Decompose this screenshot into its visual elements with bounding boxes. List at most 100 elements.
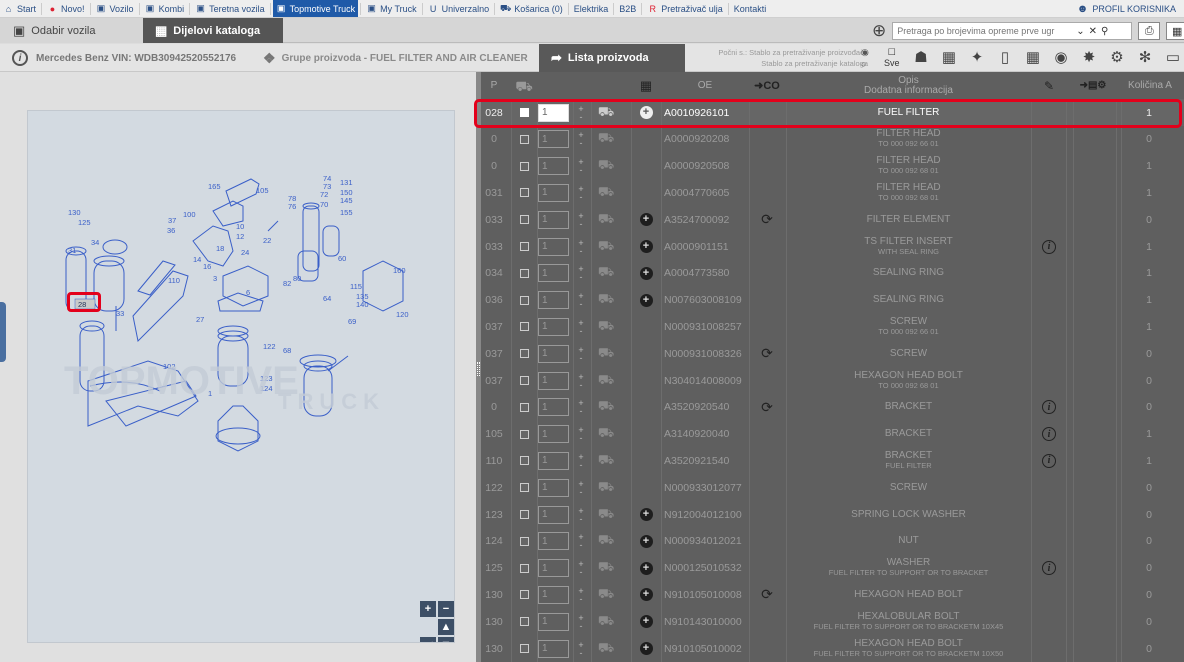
position-number[interactable]: 037 (481, 340, 507, 367)
table-row[interactable]: 130 1 + - ⛟ + N910143010000 HEXALOBULAR BOLT FUE… (481, 608, 1184, 636)
quantity-input[interactable]: 1 (538, 478, 569, 497)
quantity-decrease[interactable]: - (580, 112, 583, 121)
quantity-decrease[interactable]: - (580, 139, 583, 148)
diagram-label[interactable]: 110 (168, 276, 180, 285)
add-to-cart-icon[interactable]: ⛟ (598, 130, 614, 148)
nav-item-12[interactable]: Kontakti (731, 0, 770, 17)
nav-item-4[interactable]: ▣ Teretna vozila (192, 0, 268, 17)
oe-number[interactable]: N007603008109 (664, 287, 746, 314)
fan-icon[interactable]: ✻ (1136, 48, 1154, 66)
diagram-label[interactable]: 37 (168, 216, 176, 225)
row-checkbox[interactable] (519, 644, 529, 653)
diagram-label[interactable]: 145 (340, 196, 353, 205)
replacement-cycle-icon[interactable]: ⟳ (761, 586, 773, 603)
quantity-input[interactable]: 1 (538, 425, 569, 444)
diagram-label[interactable]: 12 (236, 232, 244, 241)
oe-number[interactable]: N910105010002 (664, 635, 746, 662)
diagram-label[interactable]: 125 (78, 218, 91, 227)
row-checkbox[interactable] (519, 295, 529, 305)
expand-plus-icon[interactable]: + (639, 293, 653, 307)
nav-item-7[interactable]: U Univerzalno (425, 0, 493, 17)
col-description[interactable]: Opis Dodatna informacija (791, 72, 1026, 99)
oil-filter-icon[interactable]: ☗ (912, 48, 930, 66)
row-checkbox[interactable] (519, 108, 529, 117)
position-number[interactable]: 124 (481, 528, 507, 555)
search-icon[interactable]: ⚲ (1101, 26, 1108, 37)
all-checkbox[interactable]: ☐ (888, 47, 896, 58)
add-to-cart-icon[interactable]: ⛟ (598, 264, 614, 282)
add-to-cart-icon[interactable]: ⛟ (598, 532, 614, 550)
oe-number[interactable]: N000125010532 (664, 555, 746, 582)
quantity-decrease[interactable]: - (580, 273, 583, 282)
add-to-cart-icon[interactable]: ⛟ (598, 586, 614, 604)
expand-plus-icon[interactable]: + (639, 588, 653, 602)
oe-number[interactable]: A0004773580 (664, 260, 746, 287)
row-checkbox[interactable] (519, 429, 529, 439)
header-cart-icon[interactable]: ⛟ (511, 72, 537, 99)
diagram-label[interactable]: 6 (246, 288, 250, 297)
diagram-label[interactable]: 34 (91, 238, 99, 247)
product-group-breadcrumb[interactable]: ❖ Grupe proizvoda - FUEL FILTER AND AIR … (263, 44, 528, 72)
col-oe[interactable]: OE (664, 72, 746, 99)
diagram-label[interactable]: 115 (350, 282, 362, 291)
oe-number[interactable]: A3520921540 (664, 447, 746, 474)
nav-item-9[interactable]: Elektrika (571, 0, 612, 17)
cylinder-icon[interactable]: ▭ (1164, 48, 1182, 66)
info-icon[interactable]: i (1042, 239, 1056, 254)
pan-up-icon[interactable]: ▲ (438, 619, 454, 635)
table-row[interactable]: 037 1 + - ⛟ N000931008326 ⟳ SCREW 0 (481, 340, 1184, 368)
nav-item-6[interactable]: ▣ My Truck (363, 0, 420, 17)
diagram-label[interactable]: 10 (236, 222, 244, 231)
quantity-decrease[interactable]: - (580, 594, 583, 603)
add-to-cart-icon[interactable]: ⛟ (598, 345, 614, 363)
quantity-input[interactable]: 1 (538, 264, 569, 283)
zoom-in-icon[interactable]: + (420, 601, 436, 617)
add-to-cart-icon[interactable]: ⛟ (598, 559, 614, 577)
table-row[interactable]: 125 1 + - ⛟ + N000125010532 WASHER FUEL FILTER T… (481, 554, 1184, 582)
table-row[interactable]: 033 1 + - ⛟ + A3524700092 ⟳ FILTER ELEMENT 0 (481, 206, 1184, 234)
row-checkbox[interactable] (519, 188, 529, 198)
diagram-label[interactable]: 76 (288, 202, 296, 211)
nav-item-1[interactable]: ● Novo! (44, 0, 88, 17)
quantity-decrease[interactable]: - (580, 541, 583, 550)
diagram-label[interactable]: 18 (216, 244, 224, 253)
diagram-label[interactable]: 131 (340, 178, 353, 187)
table-row[interactable]: 033 1 + - ⛟ + A0000901151 TS FILTER INSERT WITH … (481, 233, 1184, 260)
table-row[interactable]: 0 1 + - ⛟ A3520920540 ⟳ BRACKET i 0 (481, 393, 1184, 421)
air-filter-icon[interactable]: ▦ (940, 48, 958, 66)
replacement-cycle-icon[interactable]: ⟳ (761, 399, 773, 416)
oe-number[interactable]: A3524700092 (664, 206, 746, 233)
crosshair-icon[interactable]: ⊕ (872, 21, 886, 41)
table-row[interactable]: 028 1 + - ⛟ + A0010926101 FUEL FILTER 1 (481, 99, 1184, 126)
expand-plus-icon[interactable]: + (639, 508, 653, 521)
quantity-input[interactable]: 1 (538, 291, 569, 310)
diagram-label[interactable]: 80 (293, 274, 301, 283)
row-checkbox[interactable] (519, 376, 529, 385)
tab-product-list[interactable]: ➦ Lista proizvoda (539, 44, 685, 72)
oe-number[interactable]: N304014008009 (664, 367, 746, 394)
diagram-label[interactable]: 24 (241, 248, 249, 257)
radio-catalog[interactable]: ○ (861, 59, 869, 69)
diagram-label[interactable]: 130 (68, 208, 81, 217)
diagram-label[interactable]: 16 (203, 262, 211, 271)
add-to-cart-icon[interactable]: ⛟ (598, 238, 614, 256)
brake-disc-icon[interactable]: ◉ (1052, 48, 1070, 66)
add-to-cart-icon[interactable]: ⛟ (598, 506, 614, 524)
nav-item-8[interactable]: ⛟ Košarica (0) (497, 0, 566, 17)
table-row[interactable]: 036 1 + - ⛟ + N007603008109 SEALING RING 1 (481, 286, 1184, 314)
profile-menu[interactable]: ☻ PROFIL KORISNIKA (1077, 0, 1176, 18)
diagram-label[interactable]: 27 (196, 315, 204, 324)
diagram-label[interactable]: 122 (263, 342, 276, 351)
position-number[interactable]: 125 (481, 555, 507, 582)
quantity-input[interactable]: 1 (538, 612, 569, 631)
table-row[interactable]: 123 1 + - ⛟ + N912004012100 SPRING LOCK WASHER 0 (481, 501, 1184, 528)
table-row[interactable]: 0 1 + - ⛟ A0000920508 FILTER HEAD TO 000 092 68… (481, 152, 1184, 180)
quantity-decrease[interactable]: - (580, 434, 583, 443)
all-filter[interactable]: ☐ Sve (884, 47, 900, 69)
exploded-view-diagram[interactable]: 130 125 37 36 100 165 105 78 76 74 73 131 150 145 72 70… (27, 110, 455, 643)
quantity-decrease[interactable]: - (580, 514, 583, 523)
oe-number[interactable]: N910143010000 (664, 608, 746, 635)
position-number[interactable]: 0 (481, 394, 507, 421)
quantity-decrease[interactable]: - (580, 407, 583, 416)
row-checkbox[interactable] (519, 242, 529, 251)
